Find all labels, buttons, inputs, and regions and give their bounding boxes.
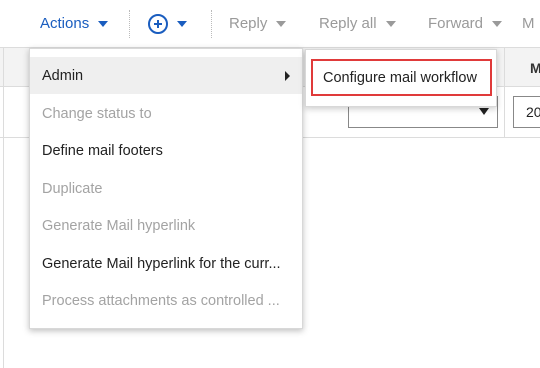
menu-item-define-mail-footers[interactable]: Define mail footers [30, 132, 302, 169]
actions-menu: Admin Change status to Define mail foote… [29, 48, 303, 329]
menu-item-label: Configure mail workflow [323, 69, 477, 86]
forward-button[interactable]: Forward [428, 0, 503, 47]
reply-label: Reply [229, 15, 268, 32]
menu-item-label: Change status to [42, 105, 152, 122]
column-header[interactable]: M [530, 60, 540, 76]
toolbar-divider [129, 10, 130, 38]
more-button[interactable]: M [522, 0, 535, 47]
dropdown-arrow-icon [479, 108, 489, 115]
chevron-down-icon [98, 20, 109, 27]
actions-button[interactable]: Actions [40, 0, 109, 47]
menu-item-label: Generate Mail hyperlink for the curr... [42, 255, 281, 272]
chevron-down-icon [276, 20, 287, 27]
filter-input[interactable]: 20 [513, 96, 540, 128]
toolbar-divider [211, 10, 212, 38]
chevron-down-icon [177, 20, 187, 27]
grid-left-border [3, 47, 4, 368]
chevron-down-icon [385, 20, 396, 27]
menu-item-generate-mail-hyperlink-current[interactable]: Generate Mail hyperlink for the curr... [30, 245, 302, 282]
menu-item-duplicate[interactable]: Duplicate [30, 170, 302, 207]
menu-item-change-status[interactable]: Change status to [30, 95, 302, 132]
plus-circle-icon [148, 13, 168, 34]
app-window: Actions Reply Reply all Forward M M 20 A… [0, 0, 540, 368]
menu-item-configure-mail-workflow[interactable]: Configure mail workflow [311, 59, 492, 96]
more-label: M [522, 15, 535, 32]
reply-all-button[interactable]: Reply all [319, 0, 396, 47]
chevron-right-icon [285, 71, 290, 81]
menu-item-process-attachments[interactable]: Process attachments as controlled ... [30, 282, 302, 319]
forward-label: Forward [428, 15, 484, 32]
reply-all-label: Reply all [319, 15, 377, 32]
menu-item-label: Admin [42, 67, 84, 84]
menu-item-label: Generate Mail hyperlink [42, 217, 196, 234]
menu-item-label: Define mail footers [42, 142, 163, 159]
menu-item-label: Duplicate [42, 180, 103, 197]
admin-submenu: Configure mail workflow [305, 49, 497, 107]
add-new-button[interactable] [148, 0, 187, 47]
menu-item-generate-mail-hyperlink[interactable]: Generate Mail hyperlink [30, 207, 302, 244]
toolbar: Actions Reply Reply all Forward M [0, 0, 540, 47]
actions-label: Actions [40, 15, 90, 32]
column-divider [504, 47, 505, 138]
chevron-down-icon [492, 20, 503, 27]
reply-button[interactable]: Reply [229, 0, 287, 47]
menu-item-admin[interactable]: Admin [30, 57, 302, 94]
menu-item-label: Process attachments as controlled ... [42, 292, 280, 309]
